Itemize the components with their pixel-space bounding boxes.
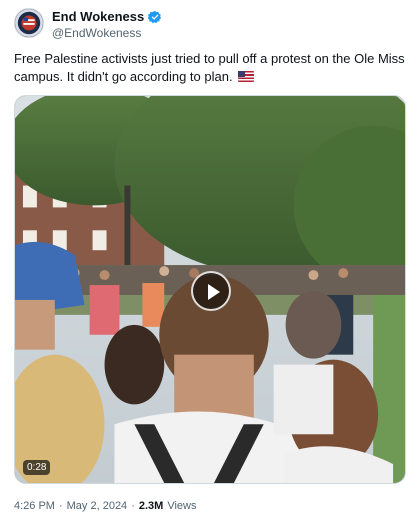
handle[interactable]: @EndWokeness (52, 26, 141, 40)
meta-separator: · (58, 500, 63, 512)
tweet-card: End Wokeness @EndWokeness Free Palestine… (0, 0, 420, 527)
tweet-meta: 4:26 PM · May 2, 2024 · 2.3M Views (14, 500, 196, 512)
display-name[interactable]: End Wokeness (52, 9, 144, 24)
views-count: 2.3M (138, 500, 164, 512)
play-button[interactable] (191, 271, 231, 311)
video-player[interactable]: 0:28 (14, 95, 406, 484)
views-label: Views (167, 500, 197, 512)
seal-logo (15, 9, 43, 37)
us-flag-icon (238, 71, 255, 82)
meta-separator-2: · (131, 500, 135, 512)
tweet-body: Free Palestine activists just tried to p… (14, 51, 405, 84)
avatar[interactable] (14, 8, 44, 38)
tweet-time[interactable]: 4:26 PM (14, 500, 55, 512)
tweet-header: End Wokeness @EndWokeness (14, 6, 406, 40)
tweet-text: Free Palestine activists just tried to p… (14, 50, 406, 86)
video-duration: 0:28 (23, 460, 51, 475)
tweet-date[interactable]: May 2, 2024 (67, 500, 128, 512)
verified-badge-icon (148, 10, 162, 23)
